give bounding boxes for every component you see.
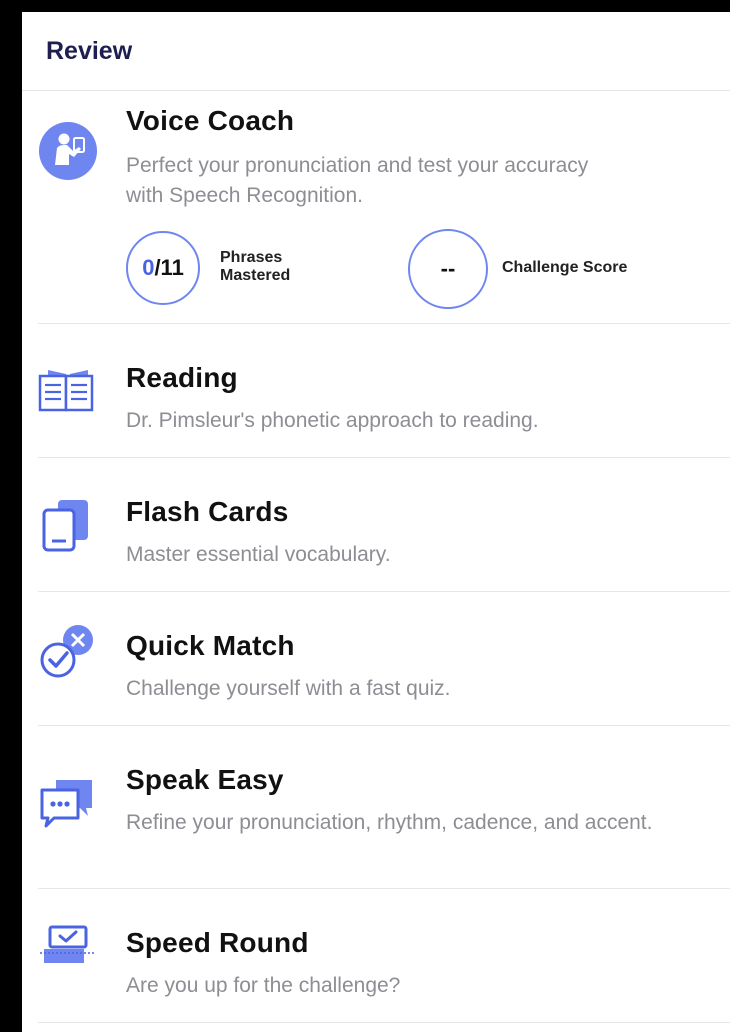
book-icon	[38, 360, 98, 420]
voice-coach-title: Voice Coach	[126, 105, 295, 136]
speak-easy-description: Refine your pronunciation, rhythm, caden…	[126, 811, 653, 834]
cards-icon	[38, 496, 98, 556]
speak-easy-title: Speak Easy	[126, 764, 284, 795]
teacher-icon	[38, 121, 98, 181]
phrases-mastered-label: Phrases Mastered	[220, 249, 290, 285]
page-title: Review	[46, 36, 133, 65]
flash-cards-row[interactable]: Flash Cards Master essential vocabulary.	[38, 458, 730, 592]
phrases-total: /11	[154, 255, 184, 280]
challenge-score-label: Challenge Score	[502, 259, 628, 276]
reading-title: Reading	[126, 362, 238, 393]
voice-coach-row[interactable]: Voice Coach Perfect your pronunciation a…	[38, 91, 730, 324]
quick-match-row[interactable]: Quick Match Challenge yourself with a fa…	[38, 592, 730, 726]
voice-coach-description: Perfect your pronunciation and test your…	[126, 154, 589, 207]
speed-round-description: Are you up for the challenge?	[126, 974, 401, 997]
quick-match-title: Quick Match	[126, 630, 295, 661]
review-header: Review	[22, 12, 730, 91]
phrases-mastered-circle: 0/11	[126, 231, 200, 305]
reading-description: Dr. Pimsleur's phonetic approach to read…	[126, 409, 539, 432]
speed-round-icon	[38, 919, 98, 979]
flash-cards-description: Master essential vocabulary.	[126, 543, 391, 566]
chat-bubbles-icon	[38, 774, 98, 834]
challenge-score-circle: --	[408, 229, 488, 309]
speed-round-row[interactable]: Speed Round Are you up for the challenge…	[38, 889, 730, 1023]
phrases-label-line1: Phrases	[220, 249, 283, 266]
phrases-current: 0	[142, 255, 155, 280]
speed-round-title: Speed Round	[126, 927, 309, 958]
reading-row[interactable]: Reading Dr. Pimsleur's phonetic approach…	[38, 324, 730, 458]
match-icon	[38, 622, 98, 682]
challenge-score-value: --	[440, 256, 456, 281]
speak-easy-row[interactable]: Speak Easy Refine your pronunciation, rh…	[38, 726, 730, 889]
quick-match-description: Challenge yourself with a fast quiz.	[126, 677, 451, 700]
review-panel: Review Voice Coach Perfect your pronunci…	[22, 12, 730, 1032]
phrases-label-line2: Mastered	[220, 267, 291, 284]
flash-cards-title: Flash Cards	[126, 496, 289, 527]
